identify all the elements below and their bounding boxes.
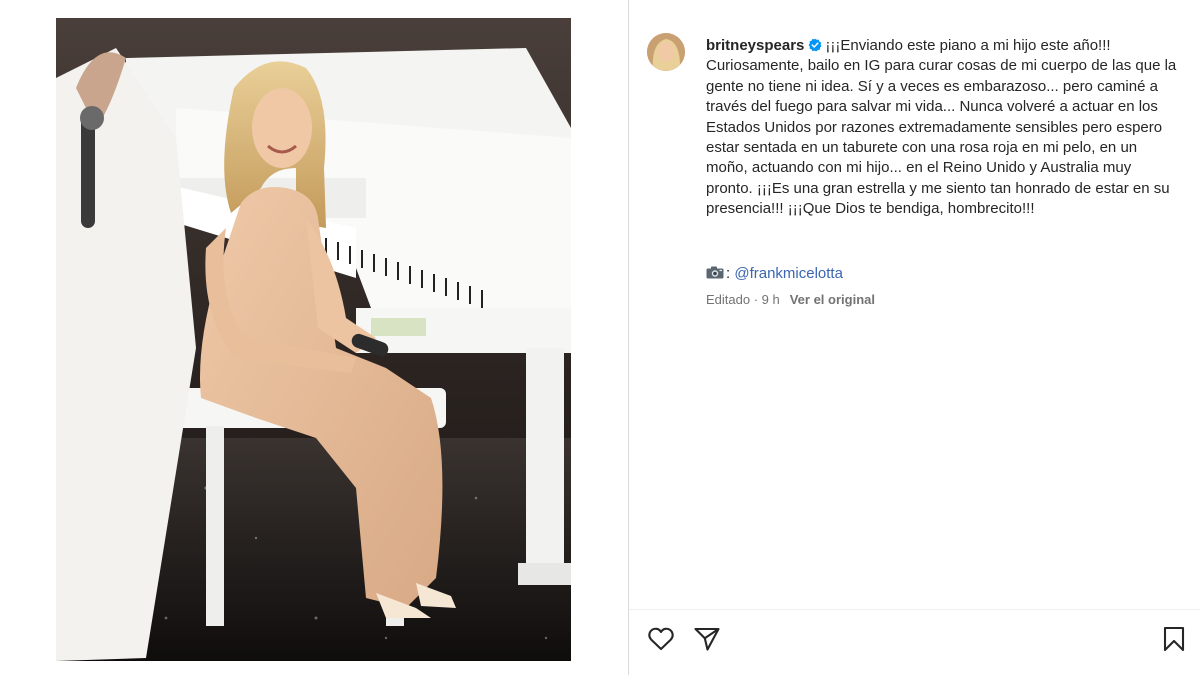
photo-illustration xyxy=(56,18,571,661)
post-photo[interactable] xyxy=(56,18,571,661)
verified-badge-icon xyxy=(808,38,822,52)
post-media-column xyxy=(0,0,628,675)
post-caption: britneyspears ¡¡¡Enviando este piano a mi… xyxy=(706,36,1180,220)
bookmark-icon xyxy=(1163,626,1185,652)
author-username[interactable]: britneyspears xyxy=(706,37,804,54)
post-meta: Editado · 9 h Ver el original xyxy=(706,292,875,308)
paper-plane-icon xyxy=(694,627,720,651)
save-button[interactable] xyxy=(1159,624,1189,654)
post-actions xyxy=(629,624,1200,658)
heart-icon xyxy=(648,627,674,651)
camera-icon xyxy=(706,266,724,279)
photo-credit: : @frankmicelotta xyxy=(706,264,843,284)
actions-divider xyxy=(629,609,1200,610)
caption-text: ¡¡¡Enviando este piano a mi hijo este añ… xyxy=(706,37,1177,218)
post-info-column: britneyspears ¡¡¡Enviando este piano a mi… xyxy=(629,0,1200,675)
edited-timestamp[interactable]: Editado · 9 h xyxy=(706,292,780,307)
credit-separator: : xyxy=(726,265,731,282)
share-button[interactable] xyxy=(692,624,722,654)
credit-mention-link[interactable]: @frankmicelotta xyxy=(734,265,843,282)
like-button[interactable] xyxy=(646,624,676,654)
see-original-link[interactable]: Ver el original xyxy=(790,292,875,307)
avatar-image xyxy=(647,33,685,71)
author-avatar[interactable] xyxy=(647,33,685,71)
instagram-post: britneyspears ¡¡¡Enviando este piano a mi… xyxy=(0,0,1200,675)
